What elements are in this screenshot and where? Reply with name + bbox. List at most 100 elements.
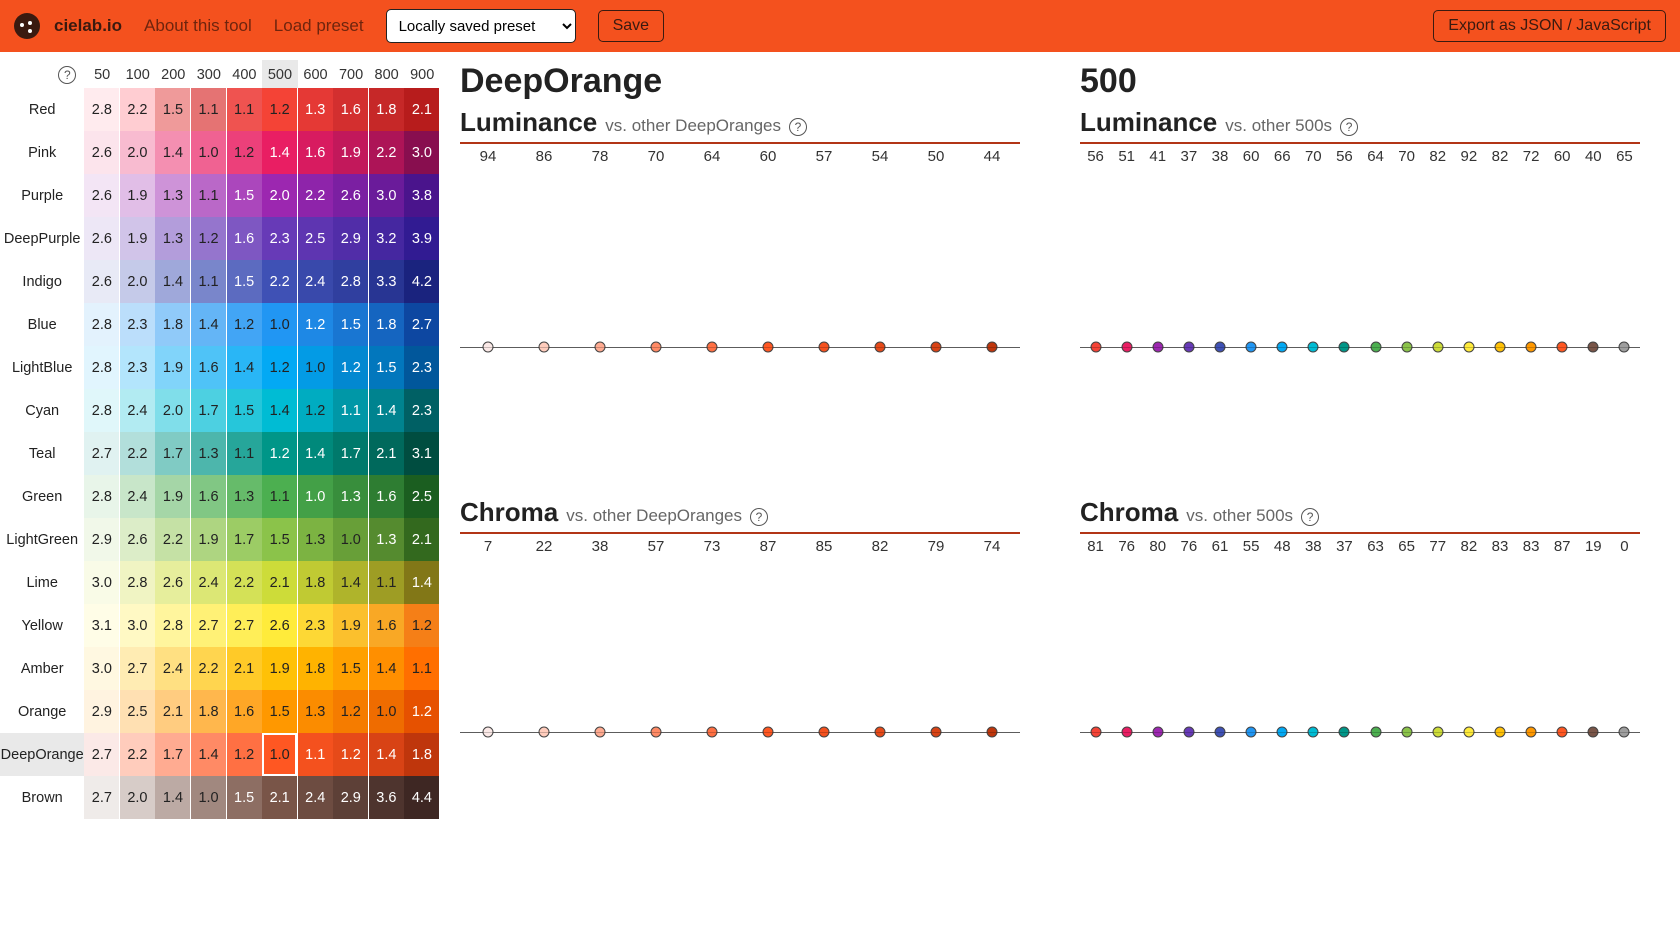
swatch[interactable]: 3.0: [84, 561, 119, 604]
swatch[interactable]: 1.1: [191, 174, 226, 217]
swatch[interactable]: 1.2: [227, 303, 262, 346]
swatch[interactable]: 2.2: [298, 174, 333, 217]
row-name[interactable]: Blue: [0, 303, 84, 346]
swatch[interactable]: 2.2: [155, 518, 190, 561]
swatch[interactable]: 1.2: [333, 690, 368, 733]
swatch[interactable]: 2.1: [404, 88, 439, 131]
row-name[interactable]: Purple: [0, 174, 84, 217]
shade-header[interactable]: 200: [155, 60, 191, 88]
swatch[interactable]: 4.2: [404, 260, 439, 303]
swatch[interactable]: 1.3: [333, 475, 368, 518]
swatch[interactable]: 1.3: [298, 690, 333, 733]
swatch[interactable]: 2.3: [404, 389, 439, 432]
swatch[interactable]: 1.8: [369, 88, 404, 131]
swatch[interactable]: 2.3: [120, 303, 155, 346]
shade-header[interactable]: 800: [369, 60, 405, 88]
swatch[interactable]: 2.8: [155, 604, 190, 647]
swatch[interactable]: 2.2: [369, 131, 404, 174]
swatch[interactable]: 1.5: [369, 346, 404, 389]
shade-header[interactable]: 700: [333, 60, 369, 88]
swatch[interactable]: 1.4: [191, 303, 226, 346]
swatch[interactable]: 2.6: [84, 217, 119, 260]
row-name[interactable]: Lime: [0, 561, 84, 604]
swatch[interactable]: 2.8: [84, 88, 119, 131]
swatch[interactable]: 1.2: [262, 432, 297, 475]
swatch[interactable]: 2.9: [333, 776, 368, 819]
swatch[interactable]: 2.0: [120, 260, 155, 303]
swatch[interactable]: 1.4: [404, 561, 439, 604]
swatch[interactable]: 1.1: [262, 475, 297, 518]
swatch[interactable]: 1.6: [369, 475, 404, 518]
swatch[interactable]: 2.2: [120, 432, 155, 475]
row-name[interactable]: Red: [0, 88, 84, 131]
swatch[interactable]: 1.2: [298, 303, 333, 346]
swatch[interactable]: 2.4: [298, 260, 333, 303]
swatch[interactable]: 1.8: [298, 561, 333, 604]
help-icon[interactable]: ?: [750, 508, 768, 526]
swatch[interactable]: 1.6: [191, 475, 226, 518]
swatch[interactable]: 1.5: [227, 389, 262, 432]
swatch[interactable]: 2.6: [84, 131, 119, 174]
swatch[interactable]: 2.6: [84, 174, 119, 217]
swatch[interactable]: 2.8: [84, 389, 119, 432]
swatch[interactable]: 1.7: [333, 432, 368, 475]
swatch[interactable]: 2.6: [262, 604, 297, 647]
swatch[interactable]: 1.7: [191, 389, 226, 432]
swatch[interactable]: 2.7: [84, 733, 119, 776]
save-button[interactable]: Save: [598, 10, 664, 42]
swatch[interactable]: 1.3: [155, 174, 190, 217]
swatch[interactable]: 1.2: [262, 88, 297, 131]
swatch[interactable]: 1.6: [227, 217, 262, 260]
swatch[interactable]: 1.3: [369, 518, 404, 561]
swatch[interactable]: 2.5: [404, 475, 439, 518]
swatch[interactable]: 2.0: [120, 131, 155, 174]
swatch[interactable]: 1.1: [191, 260, 226, 303]
swatch[interactable]: 1.2: [404, 690, 439, 733]
swatch[interactable]: 2.6: [120, 518, 155, 561]
swatch[interactable]: 1.3: [227, 475, 262, 518]
swatch[interactable]: 3.0: [369, 174, 404, 217]
swatch[interactable]: 3.8: [404, 174, 439, 217]
swatch[interactable]: 1.4: [155, 776, 190, 819]
row-name[interactable]: DeepOrange: [0, 733, 84, 776]
row-name[interactable]: Brown: [0, 776, 84, 819]
swatch[interactable]: 1.8: [298, 647, 333, 690]
swatch[interactable]: 2.1: [404, 518, 439, 561]
swatch[interactable]: 3.3: [369, 260, 404, 303]
swatch[interactable]: 2.8: [84, 475, 119, 518]
swatch[interactable]: 2.1: [227, 647, 262, 690]
swatch[interactable]: 1.2: [227, 733, 262, 776]
help-icon[interactable]: ?: [789, 118, 807, 136]
row-name[interactable]: Green: [0, 475, 84, 518]
swatch[interactable]: 2.5: [120, 690, 155, 733]
swatch[interactable]: 1.4: [227, 346, 262, 389]
swatch[interactable]: 2.8: [120, 561, 155, 604]
row-name[interactable]: Cyan: [0, 389, 84, 432]
swatch[interactable]: 1.6: [298, 131, 333, 174]
swatch[interactable]: 1.0: [333, 518, 368, 561]
help-icon[interactable]: ?: [58, 66, 76, 84]
swatch[interactable]: 1.4: [333, 561, 368, 604]
swatch[interactable]: 2.3: [298, 604, 333, 647]
swatch[interactable]: 1.3: [155, 217, 190, 260]
export-button[interactable]: Export as JSON / JavaScript: [1433, 10, 1666, 42]
swatch[interactable]: 1.8: [369, 303, 404, 346]
swatch[interactable]: 2.7: [227, 604, 262, 647]
swatch[interactable]: 2.4: [120, 389, 155, 432]
swatch[interactable]: 1.5: [155, 88, 190, 131]
shade-header[interactable]: 600: [298, 60, 334, 88]
swatch[interactable]: 1.5: [333, 303, 368, 346]
row-name[interactable]: LightGreen: [0, 518, 84, 561]
swatch[interactable]: 1.9: [120, 217, 155, 260]
swatch[interactable]: 1.5: [333, 647, 368, 690]
swatch[interactable]: 2.5: [298, 217, 333, 260]
swatch[interactable]: 1.7: [227, 518, 262, 561]
swatch[interactable]: 2.7: [84, 776, 119, 819]
swatch[interactable]: 2.0: [155, 389, 190, 432]
swatch[interactable]: 1.2: [333, 733, 368, 776]
swatch[interactable]: 1.9: [155, 346, 190, 389]
swatch[interactable]: 1.4: [262, 389, 297, 432]
swatch[interactable]: 1.5: [227, 776, 262, 819]
swatch[interactable]: 1.7: [155, 733, 190, 776]
about-link[interactable]: About this tool: [144, 16, 252, 36]
